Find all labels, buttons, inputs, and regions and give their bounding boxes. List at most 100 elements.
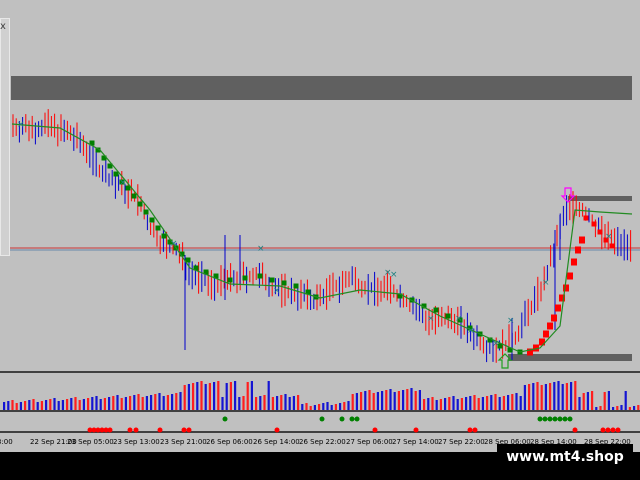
signal-dot [615, 427, 621, 433]
histogram-bar [322, 403, 325, 410]
level-zone [568, 196, 632, 201]
histogram-bar [112, 396, 115, 410]
time-axis-label: 26 Sep 14:00 [253, 438, 300, 446]
cross-icon: × [257, 244, 265, 254]
histogram-bar [108, 397, 111, 410]
histogram-bar [427, 398, 430, 410]
histogram-bar [423, 399, 426, 410]
histogram-bar [158, 393, 161, 410]
signal-dot [605, 427, 611, 433]
signal-dot [572, 427, 578, 433]
histogram-bar [528, 384, 531, 410]
signal-dot [562, 416, 568, 422]
histogram-bar [343, 402, 346, 410]
cross-icon: × [542, 278, 550, 288]
histogram-bar [179, 392, 182, 410]
histogram-bar [120, 398, 123, 410]
histogram-bar [469, 396, 472, 410]
histogram-bar [313, 405, 316, 410]
histogram-bar [561, 384, 564, 410]
histogram-bar [213, 382, 216, 410]
histogram-bar [452, 396, 455, 410]
signal-dot [467, 427, 473, 433]
histogram-bar [334, 404, 337, 410]
histogram-bar [7, 401, 10, 410]
signal-dot [107, 427, 113, 433]
histogram-bar [481, 397, 484, 410]
histogram-bar [297, 395, 300, 410]
histogram-bar [544, 384, 547, 410]
histogram-bar [389, 389, 392, 410]
trend-dot [433, 307, 439, 313]
signal-dot [547, 416, 553, 422]
side-panel[interactable] [0, 18, 10, 256]
histogram-bar [187, 384, 190, 410]
close-icon[interactable]: x [0, 22, 6, 32]
cross-icon: × [170, 239, 178, 249]
histogram-bar [309, 406, 312, 410]
histogram-bar [628, 407, 631, 410]
histogram-bar [519, 396, 522, 410]
trend-dot [143, 209, 149, 215]
histogram-bar [166, 395, 169, 410]
histogram-bar [574, 381, 577, 410]
histogram-bar [40, 401, 43, 410]
histogram-bar [435, 400, 438, 410]
histogram-bar [175, 393, 178, 410]
time-axis-label: 27 Sep 14:00 [392, 438, 439, 446]
histogram-bar [603, 392, 606, 410]
histogram-bar [393, 392, 396, 410]
histogram-bar [208, 383, 211, 410]
trend-dot [579, 236, 585, 244]
histogram-bar [154, 394, 157, 410]
histogram-bar [82, 399, 85, 410]
cross-icon: × [119, 178, 127, 188]
trend-dot [539, 338, 545, 346]
trend-dot [281, 280, 287, 286]
histogram-bar [70, 398, 73, 410]
histogram-bar [351, 394, 354, 410]
histogram-bar [271, 397, 274, 410]
histogram-bar [565, 383, 568, 410]
histogram-bar [456, 399, 459, 410]
signal-dot [542, 416, 548, 422]
trend-dot [149, 217, 155, 223]
histogram-bar [24, 401, 27, 410]
signal-dot [413, 427, 419, 433]
histogram-bar [326, 402, 329, 410]
trend-dot [543, 330, 549, 338]
trend-dot [597, 229, 603, 235]
price-chart[interactable]: ××× ××××× ×××××× [0, 0, 640, 480]
histogram-bar [255, 397, 258, 410]
histogram-bar [150, 395, 153, 410]
trend-dot [161, 233, 167, 239]
histogram-bar [507, 395, 510, 410]
histogram-bar [91, 397, 94, 410]
histogram-bar [259, 396, 262, 410]
trend-dot [571, 258, 577, 266]
histogram-bar [473, 395, 476, 410]
histogram-bar [410, 388, 413, 410]
trend-dot [563, 284, 569, 292]
time-axis-label: 3:00 [0, 438, 13, 446]
histogram-bar [61, 400, 64, 410]
signal-dot [537, 416, 543, 422]
histogram-bar [620, 405, 623, 410]
cross-icon: × [605, 232, 613, 242]
watermark: www.mt4.shop [497, 444, 633, 470]
histogram-bar [418, 390, 421, 410]
histogram-bar [221, 397, 224, 410]
histogram-bar [225, 383, 228, 410]
histogram-bar [242, 396, 245, 410]
histogram-bar [607, 391, 610, 410]
histogram-bar [301, 404, 304, 410]
histogram-bar [137, 394, 140, 410]
cross-icon: × [390, 270, 398, 280]
signal-dot [157, 427, 163, 433]
trend-dot [293, 283, 299, 289]
trend-dot [269, 277, 275, 283]
signal-dot [222, 416, 228, 422]
histogram-bar [637, 405, 640, 410]
trend-dot [609, 243, 615, 249]
histogram-bar [246, 382, 249, 410]
